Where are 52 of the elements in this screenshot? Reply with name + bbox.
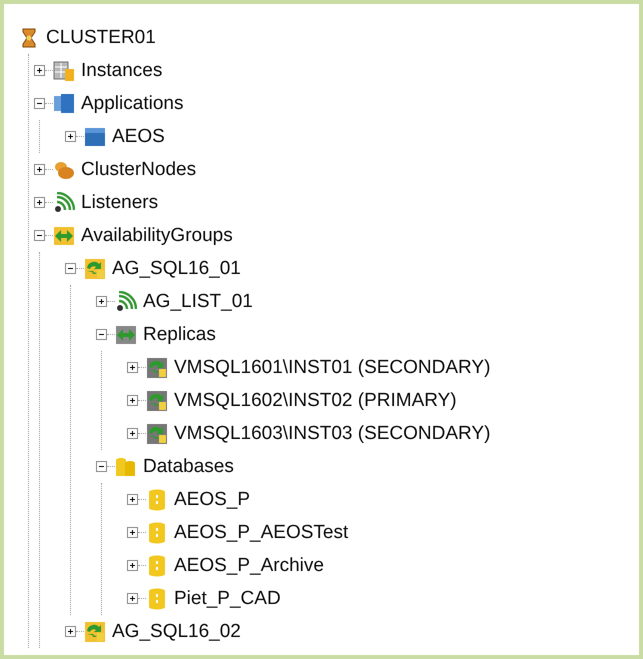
tree-item[interactable]: VMSQL1603\INST03 (SECONDARY)	[174, 422, 490, 444]
tree-item[interactable]: CLUSTER01	[46, 26, 156, 48]
tree-item[interactable]: Applications	[81, 92, 184, 114]
expand-toggle[interactable]	[65, 626, 76, 637]
expand-toggle[interactable]	[127, 428, 138, 439]
expand-toggle[interactable]	[127, 560, 138, 571]
arrows-icon	[146, 422, 168, 444]
tree-item[interactable]: ClusterNodes	[81, 158, 196, 180]
collapse-toggle[interactable]	[96, 461, 107, 472]
tree-item[interactable]: Databases	[143, 456, 234, 478]
expand-toggle[interactable]	[34, 65, 45, 76]
grid-icon	[53, 60, 75, 82]
cylinder-icon	[146, 588, 168, 610]
expand-toggle[interactable]	[127, 494, 138, 505]
tree-item[interactable]: Replicas	[143, 324, 216, 346]
collapse-toggle[interactable]	[96, 329, 107, 340]
tree-item[interactable]: VMSQL1601\INST01 (SECONDARY)	[174, 356, 490, 378]
arrows-icon	[84, 258, 106, 280]
expand-toggle[interactable]	[65, 131, 76, 142]
tree-item[interactable]: AEOS	[112, 126, 165, 148]
signal-icon	[115, 290, 137, 312]
tree-item[interactable]: Instances	[81, 60, 162, 82]
tree-item[interactable]: AEOS_P	[174, 488, 250, 510]
arrows-icon	[146, 390, 168, 412]
cylinder-icon	[146, 522, 168, 544]
expand-toggle[interactable]	[127, 362, 138, 373]
expand-toggle[interactable]	[127, 395, 138, 406]
tree-item[interactable]: AG_SQL16_02	[112, 620, 241, 642]
tree-item[interactable]: Piet_P_CAD	[174, 588, 281, 610]
tree-item[interactable]: AG_LIST_01	[143, 290, 253, 312]
cylinders-icon	[115, 456, 137, 478]
collapse-toggle[interactable]	[34, 230, 45, 241]
tree-item[interactable]: AEOS_P_AEOSTest	[174, 522, 348, 544]
expand-toggle[interactable]	[127, 593, 138, 604]
tree-item[interactable]: AvailabilityGroups	[81, 224, 233, 246]
arrows-icon	[84, 620, 106, 642]
expand-toggle[interactable]	[34, 164, 45, 175]
expand-toggle[interactable]	[127, 527, 138, 538]
cylinder-icon	[146, 554, 168, 576]
cylinder-icon	[146, 488, 168, 510]
tree-item[interactable]: VMSQL1602\INST02 (PRIMARY)	[174, 390, 457, 412]
signal-icon	[53, 192, 75, 214]
tiles-icon	[53, 92, 75, 114]
collapse-toggle[interactable]	[34, 98, 45, 109]
square-icon	[84, 126, 106, 148]
expand-toggle[interactable]	[34, 197, 45, 208]
tree-item[interactable]: AEOS_P_Archive	[174, 554, 324, 576]
expand-toggle[interactable]	[96, 296, 107, 307]
tree-item[interactable]: AG_SQL16_01	[112, 258, 241, 280]
tree-item[interactable]: Listeners	[81, 192, 158, 214]
collapse-toggle[interactable]	[65, 263, 76, 274]
arrows-icon	[146, 356, 168, 378]
